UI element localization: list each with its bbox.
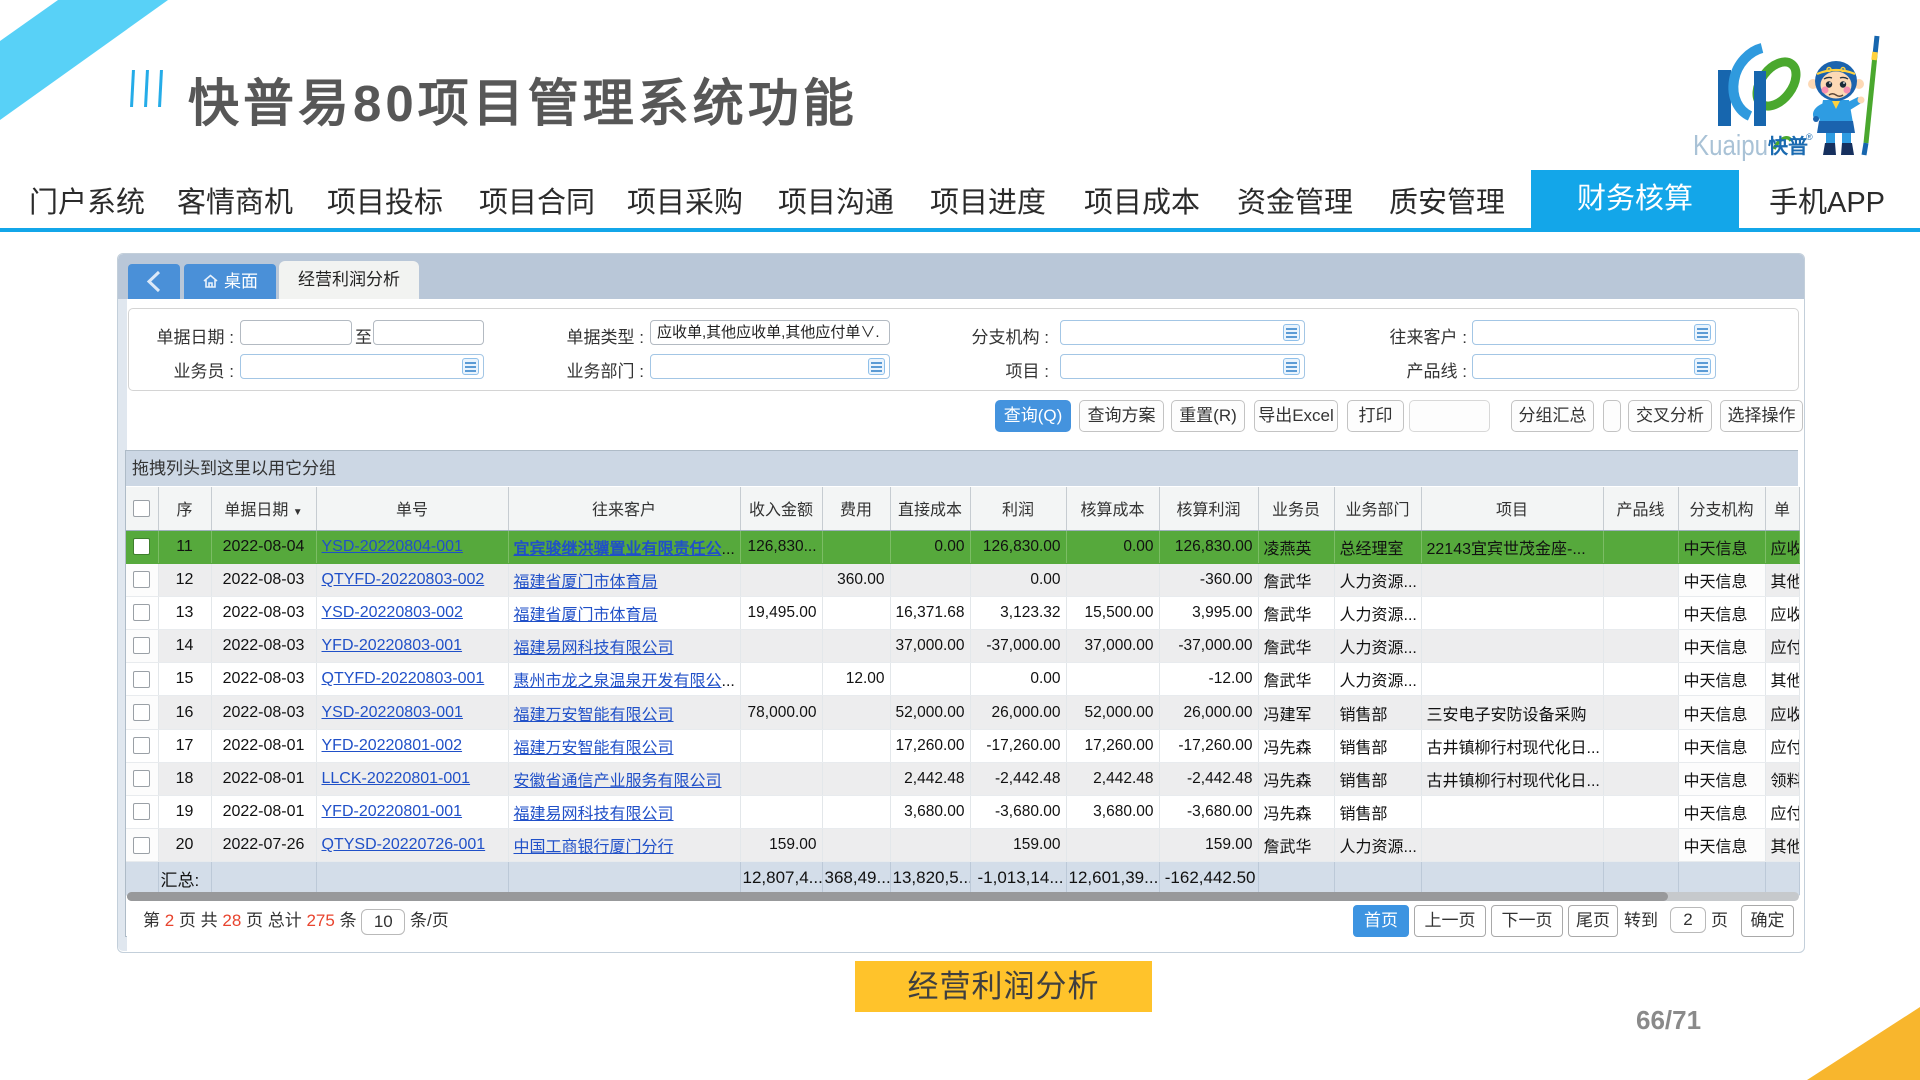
svg-text:®: ®: [1806, 132, 1813, 142]
svg-text:Kuaipu: Kuaipu: [1693, 130, 1768, 162]
svg-text:快普: 快普: [1768, 134, 1808, 158]
